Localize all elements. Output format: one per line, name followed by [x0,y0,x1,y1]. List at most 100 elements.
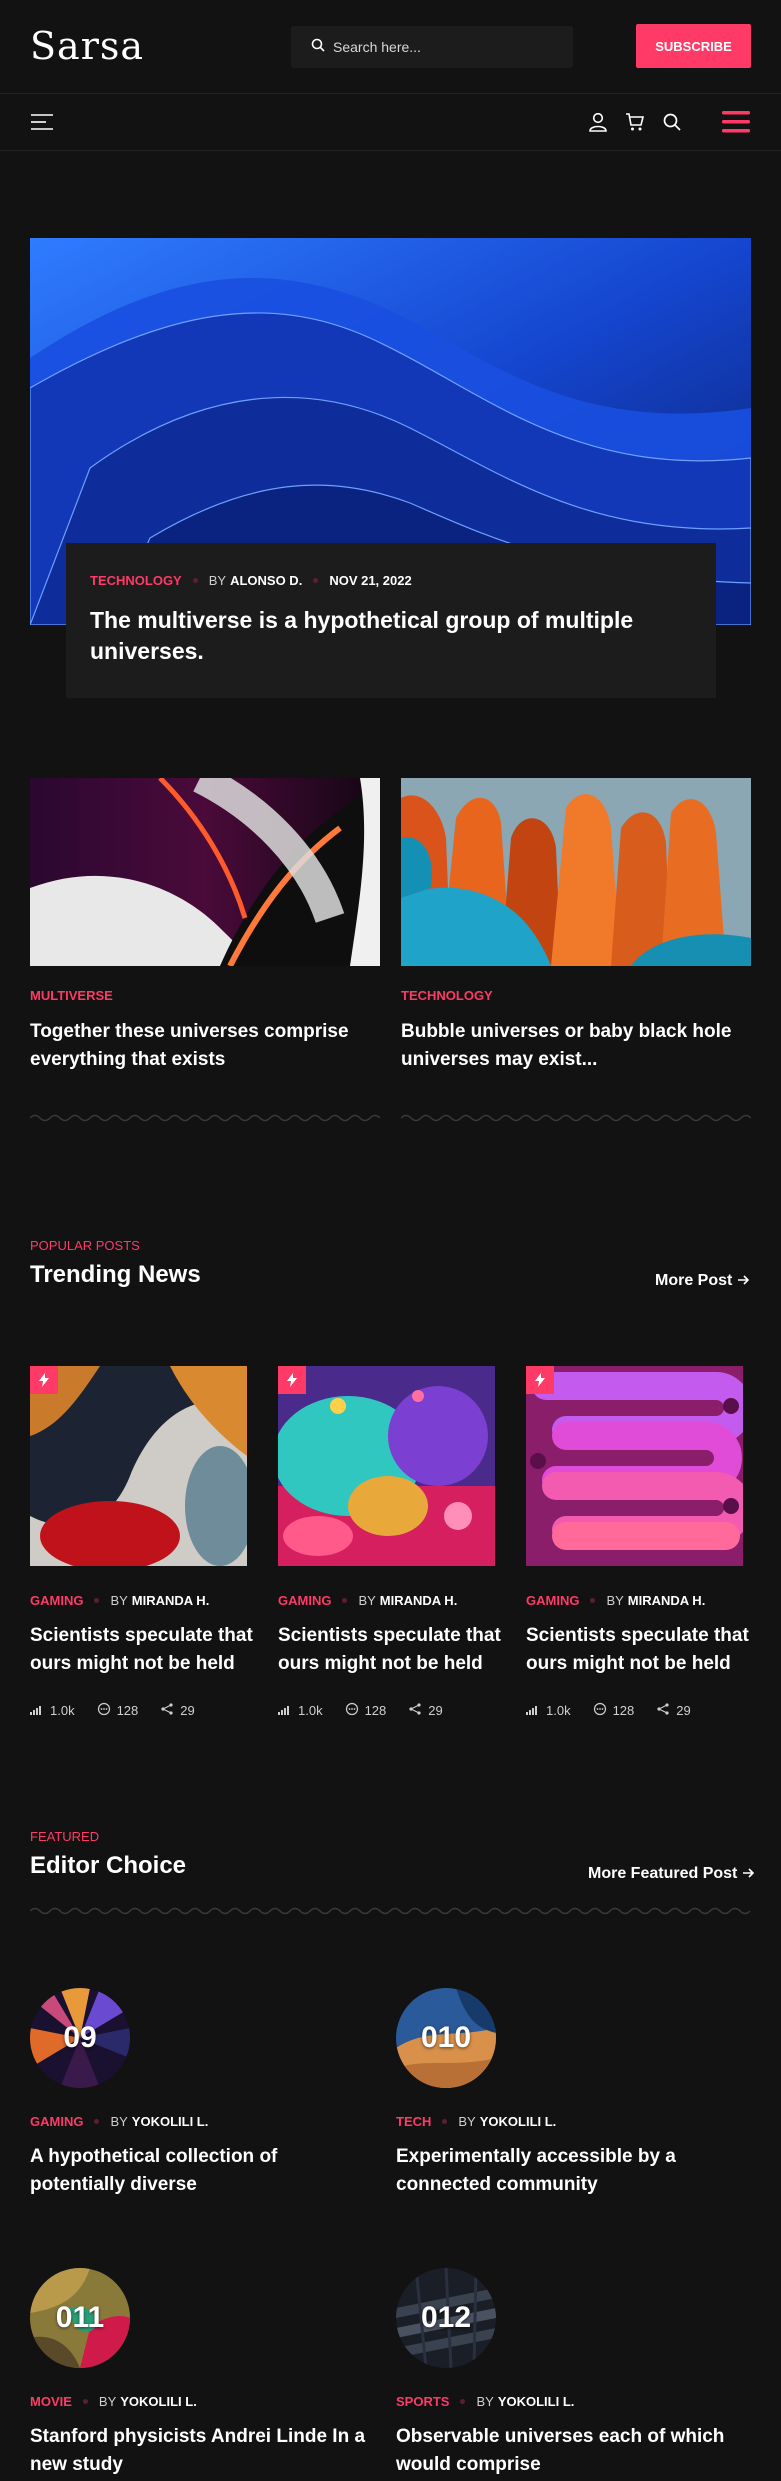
meta-separator [94,1598,100,1603]
trending-title: Trending News [30,1261,201,1288]
comments-count: 128 [364,1703,387,1718]
post-image-multiverse[interactable] [30,778,380,966]
editor-number: 011 [55,2301,105,2334]
hero-category[interactable]: TECHNOLOGY [90,573,182,588]
editor-meta: SPORTS BY YOKOLILI L. [396,2394,574,2409]
editor-post-title[interactable]: Observable universes each of which would… [396,2423,741,2479]
menu-icon[interactable] [30,110,54,134]
search-icon [311,38,325,57]
by-label: BY [98,2394,117,2409]
trending-meta: GAMING BY MIRANDA H. [30,1593,209,1608]
meta-separator [442,2119,448,2124]
hamburger-icon[interactable] [722,110,750,134]
share-icon[interactable] [160,1702,174,1719]
editor-number: 010 [420,2021,472,2054]
editor-kicker: FEATURED [30,1829,100,1844]
more-featured-link[interactable]: More Featured Post [588,1865,755,1883]
trending-meta: GAMING BY MIRANDA H. [278,1593,457,1608]
bolt-icon [30,1366,58,1394]
meta-separator [460,2399,466,2404]
trending-image[interactable] [278,1366,495,1566]
post-image-technology[interactable] [401,778,751,966]
editor-category[interactable]: GAMING [30,2114,83,2129]
header-divider [0,93,781,94]
comments-count: 128 [612,1703,635,1718]
wave-divider [401,1114,751,1122]
editor-thumbnail[interactable]: 010 [396,1988,496,2088]
views-icon [30,1703,44,1718]
trending-meta: GAMING BY MIRANDA H. [526,1593,705,1608]
hero-title[interactable]: The multiverse is a hypothetical group o… [90,605,690,667]
post-category[interactable]: TECHNOLOGY [401,988,493,1003]
wave-divider [30,1907,751,1915]
by-label: BY [110,1593,128,1608]
trending-stats: 1.0k 128 29 [278,1702,459,1719]
views-count: 1.0k [546,1703,571,1718]
user-icon[interactable] [587,110,609,134]
editor-meta: MOVIE BY YOKOLILI L. [30,2394,197,2409]
hero-card: TECHNOLOGY BY ALONSO D. NOV 21, 2022 The… [66,543,716,698]
shares-count: 29 [180,1703,195,1718]
by-label: BY [606,1593,624,1608]
by-label: BY [208,573,227,588]
editor-post-title[interactable]: A hypothetical collection of potentially… [30,2143,375,2199]
trending-image[interactable] [30,1366,247,1566]
share-icon[interactable] [656,1702,670,1719]
trending-category[interactable]: GAMING [278,1593,331,1608]
editor-number: 09 [63,2021,97,2054]
trending-author[interactable]: MIRANDA H. [628,1593,706,1608]
meta-separator [342,1598,348,1603]
more-post-link[interactable]: More Post [655,1272,750,1290]
trending-image[interactable] [526,1366,743,1566]
views-count: 1.0k [298,1703,323,1718]
editor-author[interactable]: YOKOLILI L. [120,2394,197,2409]
editor-category[interactable]: MOVIE [30,2394,72,2409]
views-count: 1.0k [50,1703,75,1718]
meta-separator [590,1598,596,1603]
post-category[interactable]: MULTIVERSE [30,988,113,1003]
hero-author[interactable]: ALONSO D. [230,573,302,588]
meta-separator [192,578,198,583]
editor-post-title[interactable]: Experimentally accessible by a connected… [396,2143,741,2199]
by-label: BY [476,2394,494,2409]
editor-number: 012 [420,2301,472,2334]
arrow-right-icon [738,1272,750,1290]
post-title[interactable]: Together these universes comprise everyt… [30,1018,370,1074]
search-bar[interactable]: Search here... [291,26,573,68]
cart-icon[interactable] [623,110,647,134]
trending-stats: 1.0k 128 29 [30,1702,211,1719]
editor-thumbnail[interactable]: 012 [396,2268,496,2368]
editor-post-title[interactable]: Stanford physicists Andrei Linde In a ne… [30,2423,390,2479]
search-input[interactable]: Search here... [333,39,421,55]
editor-category[interactable]: TECH [396,2114,431,2129]
comments-icon [345,1702,359,1719]
editor-thumbnail[interactable]: 09 [30,1988,130,2088]
trending-title[interactable]: Scientists speculate that ours might not… [526,1622,756,1678]
share-icon[interactable] [408,1702,422,1719]
wave-divider [30,1114,380,1122]
search-icon[interactable] [660,110,684,134]
more-featured-label[interactable]: More Featured Post [588,1865,737,1883]
trending-category[interactable]: GAMING [526,1593,579,1608]
shares-count: 29 [676,1703,691,1718]
comments-count: 128 [116,1703,139,1718]
post-title[interactable]: Bubble universes or baby black hole univ… [401,1018,741,1074]
views-icon [526,1703,540,1718]
site-logo[interactable]: Sarsa [30,24,144,68]
trending-author[interactable]: MIRANDA H. [380,1593,458,1608]
trending-author[interactable]: MIRANDA H. [132,1593,210,1608]
editor-author[interactable]: YOKOLILI L. [132,2114,209,2129]
trending-title[interactable]: Scientists speculate that ours might not… [278,1622,508,1678]
trending-title[interactable]: Scientists speculate that ours might not… [30,1622,260,1678]
more-post-label[interactable]: More Post [655,1272,732,1290]
subscribe-button[interactable]: SUBSCRIBE [636,24,751,68]
editor-category[interactable]: SPORTS [396,2394,449,2409]
bolt-icon [526,1366,554,1394]
meta-separator [313,578,319,583]
editor-author[interactable]: YOKOLILI L. [498,2394,575,2409]
arrow-right-icon [743,1865,755,1883]
editor-thumbnail[interactable]: 011 [30,2268,130,2368]
bolt-icon [278,1366,306,1394]
trending-category[interactable]: GAMING [30,1593,83,1608]
editor-author[interactable]: YOKOLILI L. [480,2114,557,2129]
